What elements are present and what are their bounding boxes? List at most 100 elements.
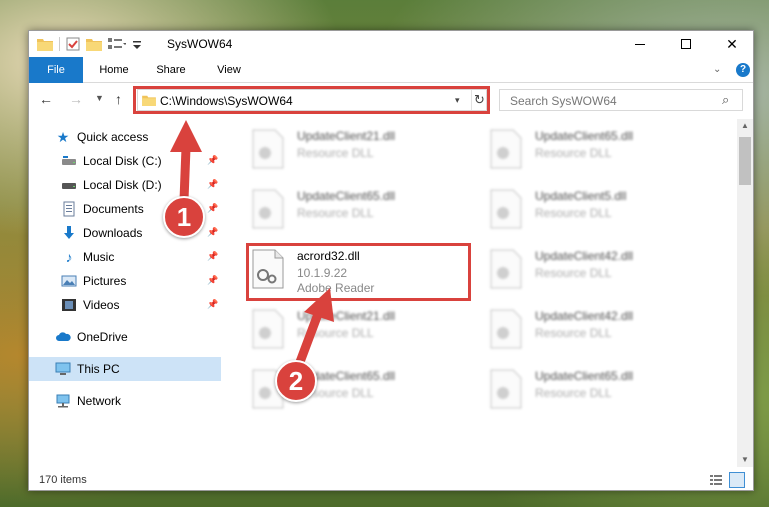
file-type: Resource DLL: [535, 206, 612, 220]
sidebar-item-label: Network: [77, 394, 122, 408]
file-type: Resource DLL: [535, 386, 612, 400]
sidebar-item-music[interactable]: ♪ Music 📌: [29, 245, 221, 269]
list-item[interactable]: UpdateClient65.dll Resource DLL: [225, 183, 445, 235]
file-name: UpdateClient5.dll: [535, 189, 627, 203]
scroll-thumb[interactable]: [739, 137, 751, 185]
folder-icon[interactable]: [37, 37, 53, 51]
videos-icon: [62, 299, 76, 311]
sidebar-item-network[interactable]: Network: [29, 389, 221, 413]
details-view-icon[interactable]: [709, 473, 723, 487]
vertical-scrollbar[interactable]: ▲ ▼: [737, 119, 753, 467]
pictures-icon: [61, 275, 77, 287]
sidebar-item-pictures[interactable]: Pictures 📌: [29, 269, 221, 293]
list-item[interactable]: UpdateClient21.dll Resource DLL: [225, 303, 445, 355]
list-item[interactable]: UpdateClient65.dll Resource DLL: [225, 363, 445, 415]
minimize-button[interactable]: [617, 31, 663, 57]
tab-home[interactable]: Home: [89, 57, 139, 83]
file-type: Resource DLL: [297, 206, 374, 220]
file-name: UpdateClient65.dll: [535, 369, 634, 383]
minimize-icon: [635, 43, 645, 45]
status-bar: 170 items: [29, 469, 753, 491]
downloads-icon: [64, 226, 74, 239]
maximize-button[interactable]: [663, 31, 709, 57]
new-folder-icon[interactable]: [86, 37, 102, 51]
list-item[interactable]: UpdateClient42.dll Resource DLL: [463, 303, 683, 355]
sidebar-item-quick-access[interactable]: ★ Quick access: [29, 125, 221, 149]
sidebar-item-local-disk-c[interactable]: Local Disk (C:) 📌: [29, 149, 221, 173]
drive-icon: [62, 183, 76, 189]
address-highlight-box: [133, 86, 490, 114]
music-icon: ♪: [65, 249, 73, 265]
ribbon-tabs: File Home Share View ⌄ ?: [29, 57, 753, 83]
file-name: UpdateClient42.dll: [535, 309, 634, 323]
tab-share[interactable]: Share: [147, 57, 195, 83]
step-2-badge: 2: [275, 360, 317, 402]
dll-file-icon: [252, 129, 284, 169]
dropdown-icon[interactable]: [132, 37, 142, 51]
network-icon: [56, 394, 70, 408]
step-1-badge: 1: [163, 196, 205, 238]
quick-access-toolbar: [37, 36, 142, 52]
sidebar-item-onedrive[interactable]: OneDrive: [29, 325, 221, 349]
help-icon[interactable]: ?: [736, 63, 750, 77]
list-item[interactable]: UpdateClient65.dll Resource DLL: [463, 123, 683, 175]
dll-file-icon: [490, 309, 522, 349]
navigation-pane: ★ Quick access Local Disk (C:) 📌 Local D…: [29, 123, 223, 463]
list-item[interactable]: UpdateClient5.dll Resource DLL: [463, 183, 683, 235]
file-type: Resource DLL: [297, 146, 374, 160]
sidebar-item-label: This PC: [77, 362, 120, 376]
pin-icon[interactable]: 📌: [207, 227, 218, 238]
dll-file-icon: [252, 309, 284, 349]
file-name: UpdateClient21.dll: [297, 129, 396, 143]
sidebar-item-local-disk-d[interactable]: Local Disk (D:) 📌: [29, 173, 221, 197]
recent-locations-chevron-down-icon[interactable]: ▼: [95, 93, 104, 103]
customize-icon[interactable]: [108, 37, 126, 51]
sidebar-item-label: Documents: [83, 202, 144, 216]
pin-icon[interactable]: 📌: [207, 155, 218, 166]
dll-file-icon: [490, 189, 522, 229]
dll-file-icon: [490, 369, 522, 409]
scroll-up-icon[interactable]: ▲: [741, 121, 749, 130]
up-arrow-icon[interactable]: ↑: [115, 91, 122, 107]
forward-arrow-icon[interactable]: →: [69, 91, 83, 107]
file-highlight-box: [246, 243, 471, 301]
sidebar-item-label: Local Disk (D:): [83, 178, 162, 192]
list-item[interactable]: UpdateClient42.dll Resource DLL: [463, 243, 683, 295]
file-type: Resource DLL: [535, 326, 612, 340]
sidebar-item-label: Music: [83, 250, 115, 264]
pin-icon[interactable]: 📌: [207, 203, 218, 214]
search-box[interactable]: Search SysWOW64 ⌕: [499, 89, 743, 111]
sidebar-item-label: Videos: [83, 298, 120, 312]
back-arrow-icon[interactable]: ←: [39, 91, 53, 107]
file-name: UpdateClient42.dll: [535, 249, 634, 263]
pin-icon[interactable]: 📌: [207, 179, 218, 190]
sidebar-item-label: Quick access: [77, 130, 149, 144]
scroll-down-icon[interactable]: ▼: [741, 455, 749, 464]
expand-ribbon-chevron-down-icon[interactable]: ⌄: [713, 64, 721, 75]
tab-view[interactable]: View: [205, 57, 253, 83]
dll-file-icon: [252, 189, 284, 229]
properties-icon[interactable]: [66, 37, 80, 51]
qat-separator: [59, 37, 60, 51]
tiles-view-icon[interactable]: [729, 472, 745, 488]
tab-file[interactable]: File: [29, 57, 83, 83]
search-input[interactable]: Search SysWOW64: [510, 94, 617, 108]
star-icon: ★: [56, 128, 70, 145]
sidebar-item-label: Pictures: [83, 274, 127, 288]
sidebar-item-label: Local Disk (C:): [83, 154, 162, 168]
dll-file-icon: [490, 249, 522, 289]
pin-icon[interactable]: 📌: [207, 251, 218, 262]
pin-icon[interactable]: 📌: [207, 275, 218, 286]
sidebar-item-label: Downloads: [83, 226, 143, 240]
sidebar-item-this-pc[interactable]: This PC: [29, 357, 221, 381]
sidebar-item-videos[interactable]: Videos 📌: [29, 293, 221, 317]
search-icon[interactable]: ⌕: [722, 92, 729, 108]
title-bar: SysWOW64 ✕: [29, 31, 753, 57]
pin-icon[interactable]: 📌: [207, 299, 218, 310]
list-item[interactable]: UpdateClient21.dll Resource DLL: [225, 123, 445, 175]
file-type: Resource DLL: [535, 266, 612, 280]
file-type: Resource DLL: [297, 326, 374, 340]
close-button[interactable]: ✕: [709, 31, 755, 57]
dll-file-icon: [490, 129, 522, 169]
list-item[interactable]: UpdateClient65.dll Resource DLL: [463, 363, 683, 415]
